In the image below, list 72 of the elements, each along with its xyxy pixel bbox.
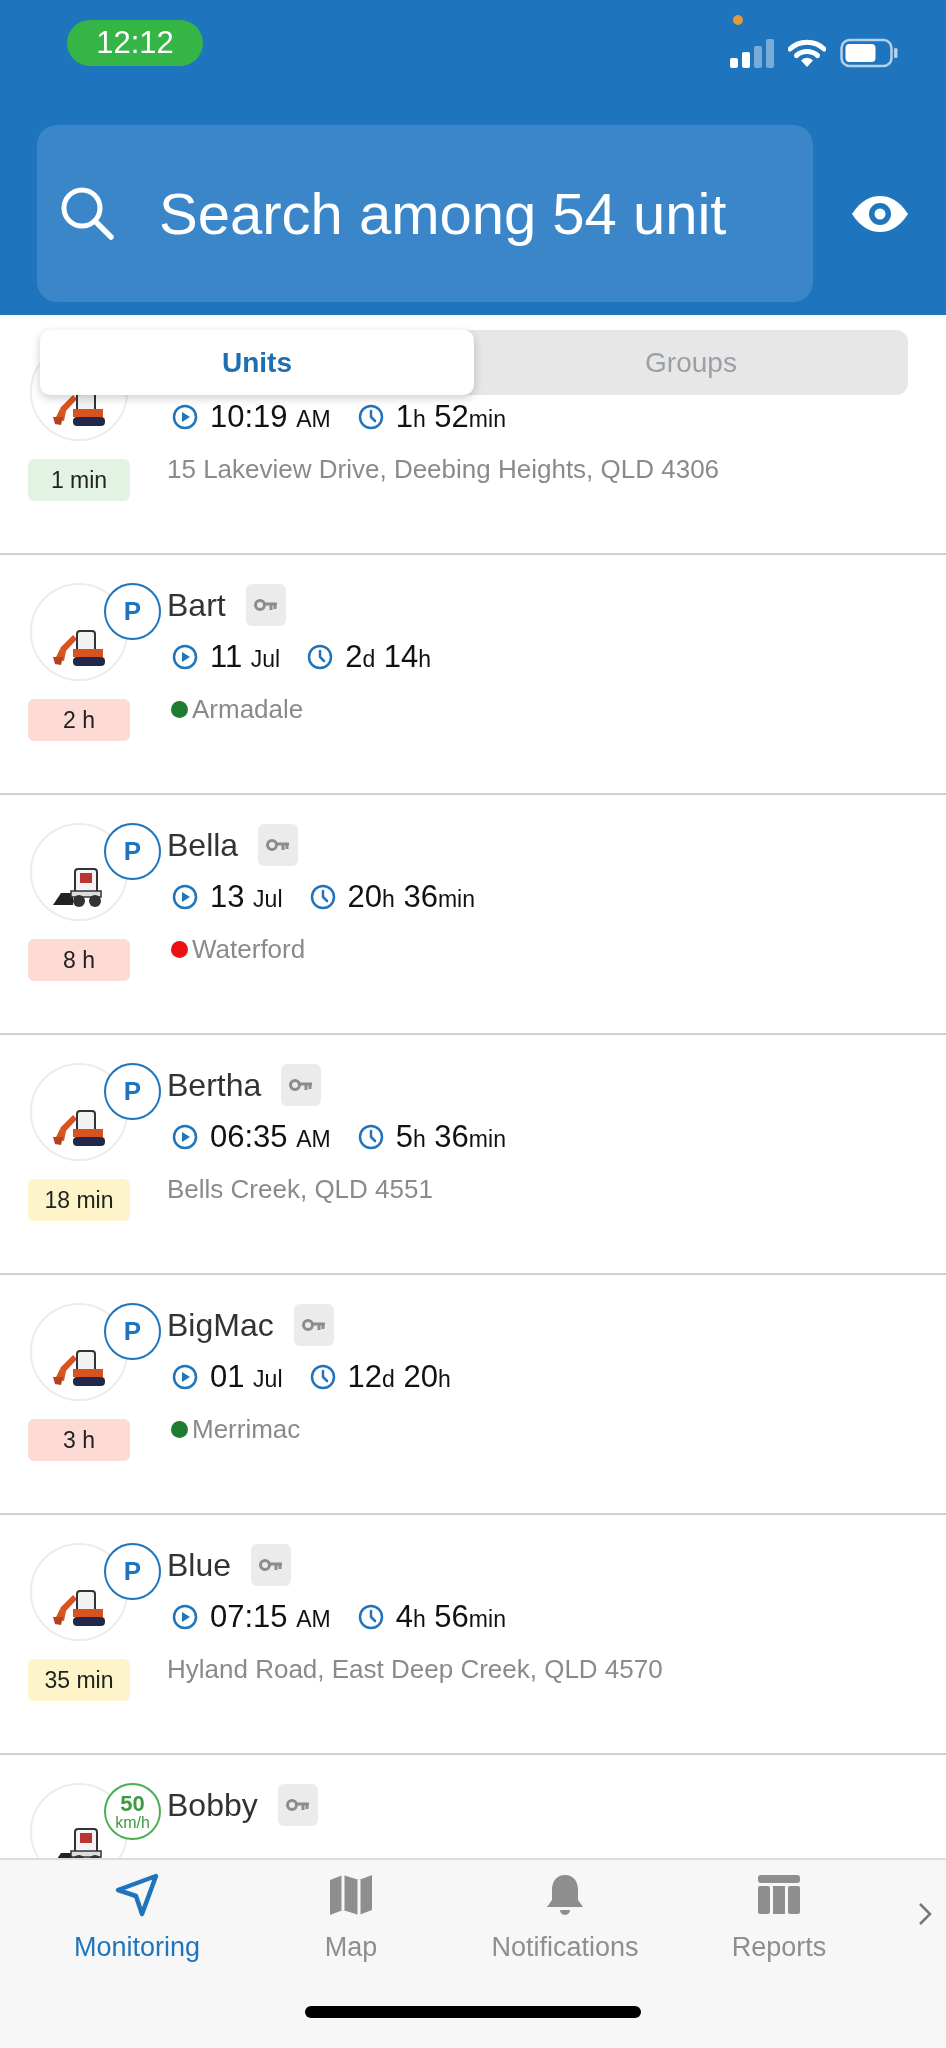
key-icon — [301, 1318, 326, 1332]
parking-badge: P — [104, 1303, 161, 1360]
parking-badge: P — [104, 823, 161, 880]
clock-icon — [357, 1124, 384, 1150]
play-circle-icon — [172, 1124, 198, 1150]
address: 15 Lakeview Drive, Deebing Heights, QLD 4306 — [167, 453, 720, 485]
play-circle-icon — [172, 644, 198, 670]
duration: 20h 36min — [347, 879, 475, 915]
last-message-age: 18 min — [28, 1179, 130, 1221]
duration: 12d 20h — [347, 1359, 451, 1395]
unit-name: Bobby — [167, 1786, 258, 1824]
play-circle-icon — [172, 404, 198, 430]
key-icon — [289, 1078, 314, 1092]
search-icon — [59, 185, 115, 241]
clock-icon — [357, 404, 384, 430]
start-time: 13 Jul — [210, 879, 283, 915]
speed-badge: 50 km/h — [104, 1783, 161, 1840]
play-circle-icon — [172, 884, 198, 910]
last-message-age: 8 h — [28, 939, 130, 981]
duration: 4h 56min — [395, 1599, 506, 1635]
status-time: 12:12 — [67, 20, 203, 66]
play-circle-icon — [172, 1604, 198, 1630]
last-message-age: 1 min — [28, 459, 130, 501]
battery-icon — [840, 38, 898, 68]
map-icon — [328, 1872, 374, 1918]
clock-icon — [307, 644, 334, 670]
wifi-icon — [788, 38, 826, 68]
tab-bar-item[interactable]: Reports — [672, 1866, 886, 1969]
geofence-name: Waterford — [192, 933, 306, 965]
start-time: 06:35 AM — [210, 1119, 331, 1155]
tab-bar-item[interactable]: Monitoring — [30, 1866, 244, 1969]
start-time: 01 Jul — [210, 1359, 283, 1395]
unit-name: Bart — [167, 586, 226, 624]
duration: 2d 14h — [345, 639, 432, 675]
last-message-age: 35 min — [28, 1659, 130, 1701]
signal-icon — [730, 38, 774, 68]
last-message-age: 2 h — [28, 699, 130, 741]
unit-name: Blue — [167, 1546, 232, 1584]
clock-icon — [309, 884, 336, 910]
navigation-arrow-icon — [114, 1872, 160, 1918]
key-icon — [259, 1558, 284, 1572]
unit-name: BigMac — [167, 1306, 274, 1344]
search-field[interactable]: Search among 54 unit — [37, 125, 813, 302]
duration: 1h 52min — [395, 399, 506, 435]
start-time: 11 Jul — [210, 639, 281, 675]
geofence-name: Armadale — [192, 693, 304, 725]
address: Bells Creek, QLD 4551 — [167, 1173, 433, 1205]
unit-name: Bella — [167, 826, 239, 864]
segment-tab[interactable]: Units — [40, 330, 474, 395]
privacy-dot-icon — [733, 15, 743, 25]
duration: 5h 36min — [395, 1119, 506, 1155]
key-icon — [285, 1798, 310, 1812]
tab-bar-item[interactable]: Notifications — [458, 1866, 672, 1969]
visibility-toggle-button[interactable] — [851, 194, 909, 233]
key-icon — [266, 838, 291, 852]
clock-icon — [309, 1364, 336, 1390]
play-circle-icon — [172, 1364, 198, 1390]
parking-badge: P — [104, 583, 161, 640]
geofence-name: Merrimac — [192, 1413, 301, 1445]
start-time: 07:15 AM — [210, 1599, 331, 1635]
tab-bar-item[interactable]: Map — [244, 1866, 458, 1969]
chevron-right-icon[interactable] — [918, 1902, 932, 1926]
parking-badge: P — [104, 1543, 161, 1600]
eye-icon — [851, 194, 909, 233]
key-icon — [253, 598, 278, 612]
start-time: 10:19 AM — [210, 399, 331, 435]
segment-tab[interactable]: Groups — [474, 330, 908, 395]
unit-name: Bertha — [167, 1066, 262, 1104]
address: Hyland Road, East Deep Creek, QLD 4570 — [167, 1653, 663, 1685]
last-message-age: 3 h — [28, 1419, 130, 1461]
parking-badge: P — [104, 1063, 161, 1120]
clock-icon — [357, 1604, 384, 1630]
